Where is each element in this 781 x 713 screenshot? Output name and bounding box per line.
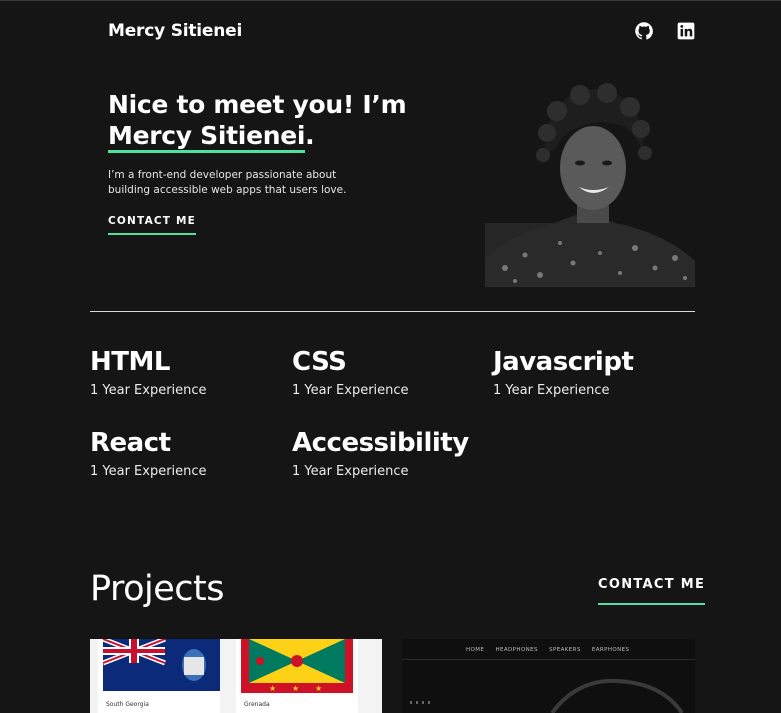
skill-item-accessibility: Accessibility 1 Year Experience bbox=[292, 427, 482, 479]
profile-photo bbox=[485, 83, 695, 287]
headphones-image bbox=[402, 659, 695, 713]
skill-experience: 1 Year Experience bbox=[292, 383, 409, 398]
skill-experience: 1 Year Experience bbox=[90, 383, 207, 398]
projects-contact-button[interactable]: CONTACT ME bbox=[598, 577, 706, 605]
hero-heading-name: Mercy Sitienei bbox=[108, 121, 305, 153]
brand-name[interactable]: Mercy Sitienei bbox=[108, 21, 242, 41]
svg-text:★: ★ bbox=[315, 684, 322, 693]
project-thumbnail-countries[interactable]: South Georgia ★ ★ ★ Grenada bbox=[90, 639, 382, 713]
svg-text:★: ★ bbox=[269, 684, 276, 693]
skill-experience: 1 Year Experience bbox=[90, 464, 207, 479]
skill-name: HTML bbox=[90, 347, 170, 377]
country-card: ★ ★ ★ Grenada bbox=[236, 639, 358, 713]
section-divider bbox=[90, 311, 695, 312]
skill-item-css: CSS 1 Year Experience bbox=[292, 346, 482, 398]
hero-contact-button[interactable]: CONTACT ME bbox=[108, 215, 197, 235]
skill-item-html: HTML 1 Year Experience bbox=[90, 346, 280, 398]
linkedin-icon bbox=[677, 22, 695, 40]
linkedin-link[interactable] bbox=[676, 21, 696, 41]
country-card: South Georgia bbox=[98, 639, 220, 713]
country-name: South Georgia bbox=[106, 701, 149, 708]
project-thumbnail-audiophile[interactable]: HOME HEADPHONES SPEAKERS EARPHONES bbox=[402, 639, 695, 713]
skill-name: CSS bbox=[292, 347, 347, 377]
skill-item-javascript: Javascript 1 Year Experience bbox=[493, 346, 683, 398]
flag-image bbox=[102, 639, 220, 691]
skill-name: Javascript bbox=[493, 347, 634, 377]
github-link[interactable] bbox=[634, 21, 654, 41]
skill-name: React bbox=[90, 428, 171, 458]
skill-name: Accessibility bbox=[292, 428, 469, 458]
hero-heading: Nice to meet you! I’m Mercy Sitienei. bbox=[108, 89, 407, 153]
hero-description: I’m a front-end developer passionate abo… bbox=[108, 169, 347, 196]
portrait-image bbox=[485, 83, 695, 287]
svg-text:★: ★ bbox=[292, 684, 299, 693]
github-icon bbox=[635, 22, 653, 40]
skill-item-react: React 1 Year Experience bbox=[90, 427, 280, 479]
skill-experience: 1 Year Experience bbox=[292, 464, 409, 479]
hero-heading-period: . bbox=[305, 121, 315, 150]
projects-heading: Projects bbox=[90, 569, 224, 609]
country-name: Grenada bbox=[244, 701, 270, 708]
flag-image: ★ ★ ★ bbox=[241, 639, 353, 693]
hero-heading-line1: Nice to meet you! I’m bbox=[108, 90, 407, 119]
skill-experience: 1 Year Experience bbox=[493, 383, 610, 398]
